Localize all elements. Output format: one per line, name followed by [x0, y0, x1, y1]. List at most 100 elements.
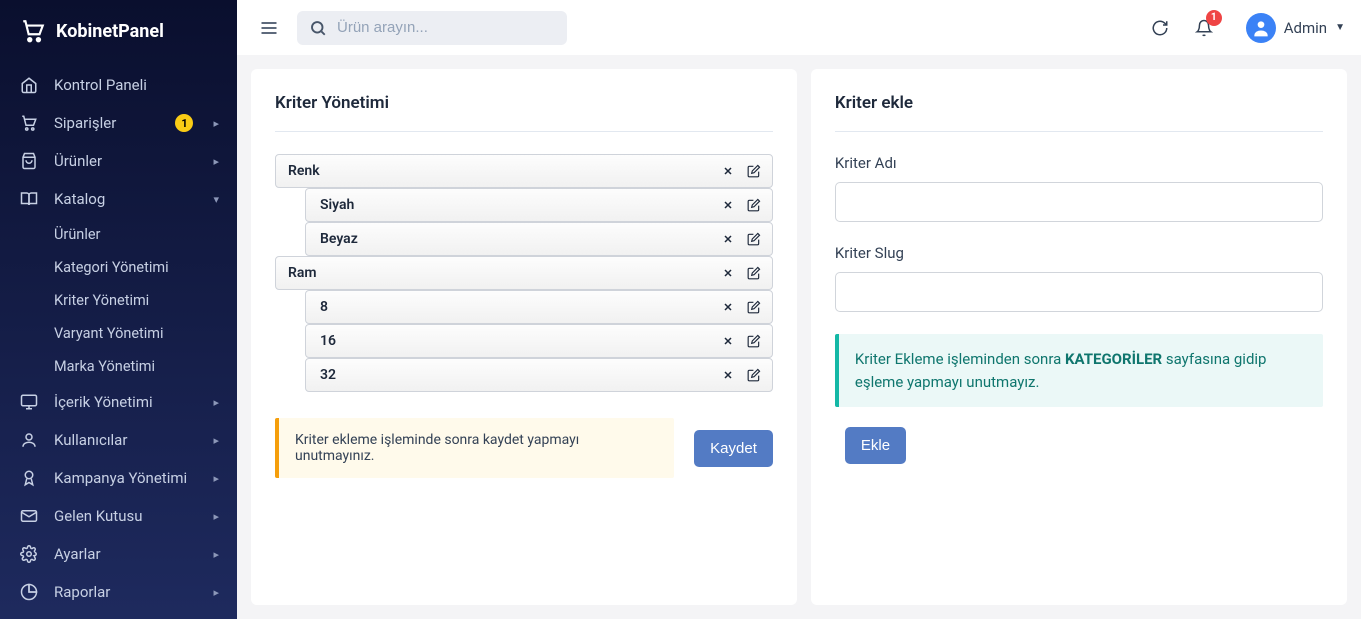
sidebar-item-campaign[interactable]: Kampanya Yönetimi ▸ — [0, 459, 237, 497]
nav-label: Gelen Kutusu — [54, 507, 213, 525]
criteria-list: Renk Siyah Beyaz Ram 8 1632 — [275, 154, 773, 392]
orders-badge: 1 — [175, 114, 193, 132]
criteria-value-row[interactable]: Siyah — [305, 188, 773, 222]
user-name: Admin — [1284, 19, 1327, 37]
criteria-group-row[interactable]: Renk — [275, 154, 773, 188]
notification-count: 1 — [1206, 10, 1222, 26]
criteria-value-row[interactable]: Beyaz — [305, 222, 773, 256]
edit-icon[interactable] — [746, 367, 762, 383]
sidebar-item-dashboard[interactable]: Kontrol Paneli — [0, 66, 237, 104]
close-icon[interactable] — [720, 333, 736, 349]
user-icon — [18, 431, 40, 449]
sidebar-item-content[interactable]: İçerik Yönetimi ▸ — [0, 383, 237, 421]
subitem-variant-mgmt[interactable]: Varyant Yönetimi — [54, 317, 237, 350]
criteria-name-input[interactable] — [835, 182, 1323, 222]
chart-icon — [18, 583, 40, 601]
close-icon[interactable] — [720, 197, 736, 213]
search-box — [297, 11, 567, 45]
book-icon — [18, 190, 40, 208]
monitor-icon — [18, 393, 40, 411]
criteria-slug-input[interactable] — [835, 272, 1323, 312]
nav-label: Ürünler — [54, 152, 213, 170]
chevron-right-icon: ▸ — [213, 396, 219, 409]
sidebar-item-inbox[interactable]: Gelen Kutusu ▸ — [0, 497, 237, 535]
sidebar: KobinetPanel Kontrol Paneli Siparişler 1… — [0, 0, 237, 619]
chevron-right-icon: ▸ — [213, 117, 219, 130]
home-icon — [18, 76, 40, 94]
criteria-group-row[interactable]: Ram — [275, 256, 773, 290]
edit-icon[interactable] — [746, 299, 762, 315]
content: Kriter Yönetimi Renk Siyah Beyaz Ram 8 1632 K… — [237, 55, 1361, 619]
info-text-strong: KATEGORİLER — [1065, 350, 1162, 368]
bell-icon[interactable]: 1 — [1190, 14, 1218, 42]
catalog-submenu: Ürünler Kategori Yönetimi Kriter Yönetim… — [0, 218, 237, 383]
edit-icon[interactable] — [746, 265, 762, 281]
edit-icon[interactable] — [746, 197, 762, 213]
edit-icon[interactable] — [746, 231, 762, 247]
field-criteria-slug: Kriter Slug — [835, 244, 1323, 312]
mail-icon — [18, 507, 40, 525]
sidebar-item-products[interactable]: Ürünler ▸ — [0, 142, 237, 180]
nav: Kontrol Paneli Siparişler 1 ▸ Ürünler ▸ … — [0, 66, 237, 619]
field-criteria-name: Kriter Adı — [835, 154, 1323, 222]
nav-label: Kullanıcılar — [54, 431, 213, 449]
criteria-value-label: 8 — [320, 299, 720, 315]
save-button[interactable]: Kaydet — [694, 430, 773, 467]
criteria-management-card: Kriter Yönetimi Renk Siyah Beyaz Ram 8 1632 K… — [251, 69, 797, 605]
info-alert: Kriter Ekleme işleminden sonra KATEGORİL… — [835, 334, 1323, 407]
criteria-value-label: Siyah — [320, 197, 720, 213]
criteria-value-row[interactable]: 16 — [305, 324, 773, 358]
gear-icon — [18, 545, 40, 563]
subitem-brand-mgmt[interactable]: Marka Yönetimi — [54, 350, 237, 383]
close-icon[interactable] — [720, 231, 736, 247]
close-icon[interactable] — [720, 299, 736, 315]
user-menu-button[interactable]: Admin ▼ — [1246, 13, 1345, 43]
hamburger-icon[interactable] — [257, 16, 281, 40]
criteria-value-row[interactable]: 8 — [305, 290, 773, 324]
nav-label: Siparişler — [54, 114, 175, 132]
criteria-slug-label: Kriter Slug — [835, 244, 1323, 262]
chevron-right-icon: ▸ — [213, 548, 219, 561]
edit-icon[interactable] — [746, 163, 762, 179]
sidebar-item-settings[interactable]: Ayarlar ▸ — [0, 535, 237, 573]
award-icon — [18, 469, 40, 487]
add-criteria-card: Kriter ekle Kriter Adı Kriter Slug Krite… — [811, 69, 1347, 605]
nav-label: Kampanya Yönetimi — [54, 469, 213, 487]
cart-icon — [18, 114, 40, 132]
chevron-down-icon: ▾ — [213, 193, 219, 206]
card-title: Kriter ekle — [835, 93, 1323, 132]
chevron-right-icon: ▸ — [213, 155, 219, 168]
add-button[interactable]: Ekle — [845, 427, 906, 464]
close-icon[interactable] — [720, 265, 736, 281]
subitem-category-mgmt[interactable]: Kategori Yönetimi — [54, 251, 237, 284]
criteria-group-label: Ram — [288, 265, 720, 281]
cart-logo-icon — [18, 18, 48, 44]
chevron-right-icon: ▸ — [213, 434, 219, 447]
close-icon[interactable] — [720, 367, 736, 383]
criteria-value-label: Beyaz — [320, 231, 720, 247]
search-input[interactable] — [297, 11, 567, 45]
sidebar-item-orders[interactable]: Siparişler 1 ▸ — [0, 104, 237, 142]
topbar: 1 Admin ▼ — [237, 0, 1361, 55]
subitem-criteria-mgmt[interactable]: Kriter Yönetimi — [54, 284, 237, 317]
search-icon — [309, 19, 327, 37]
nav-label: Kontrol Paneli — [54, 76, 219, 94]
warning-text: Kriter ekleme işleminde sonra kaydet yap… — [279, 418, 674, 478]
sidebar-item-catalog[interactable]: Katalog ▾ — [0, 180, 237, 218]
subitem-products[interactable]: Ürünler — [54, 218, 237, 251]
refresh-icon[interactable] — [1146, 14, 1174, 42]
nav-label: Ayarlar — [54, 545, 213, 563]
info-text-pre: Kriter Ekleme işleminden sonra — [855, 350, 1065, 368]
criteria-value-row[interactable]: 32 — [305, 358, 773, 392]
sidebar-item-users[interactable]: Kullanıcılar ▸ — [0, 421, 237, 459]
close-icon[interactable] — [720, 163, 736, 179]
brand: KobinetPanel — [0, 0, 237, 66]
card-title: Kriter Yönetimi — [275, 93, 773, 132]
avatar-icon — [1246, 13, 1276, 43]
save-row: Kriter ekleme işleminde sonra kaydet yap… — [275, 418, 773, 478]
sidebar-item-reports[interactable]: Raporlar ▸ — [0, 573, 237, 611]
chevron-right-icon: ▸ — [213, 510, 219, 523]
edit-icon[interactable] — [746, 333, 762, 349]
nav-label: Katalog — [54, 190, 213, 208]
main: 1 Admin ▼ Kriter Yönetimi Renk Siyah Beyaz… — [237, 0, 1361, 619]
